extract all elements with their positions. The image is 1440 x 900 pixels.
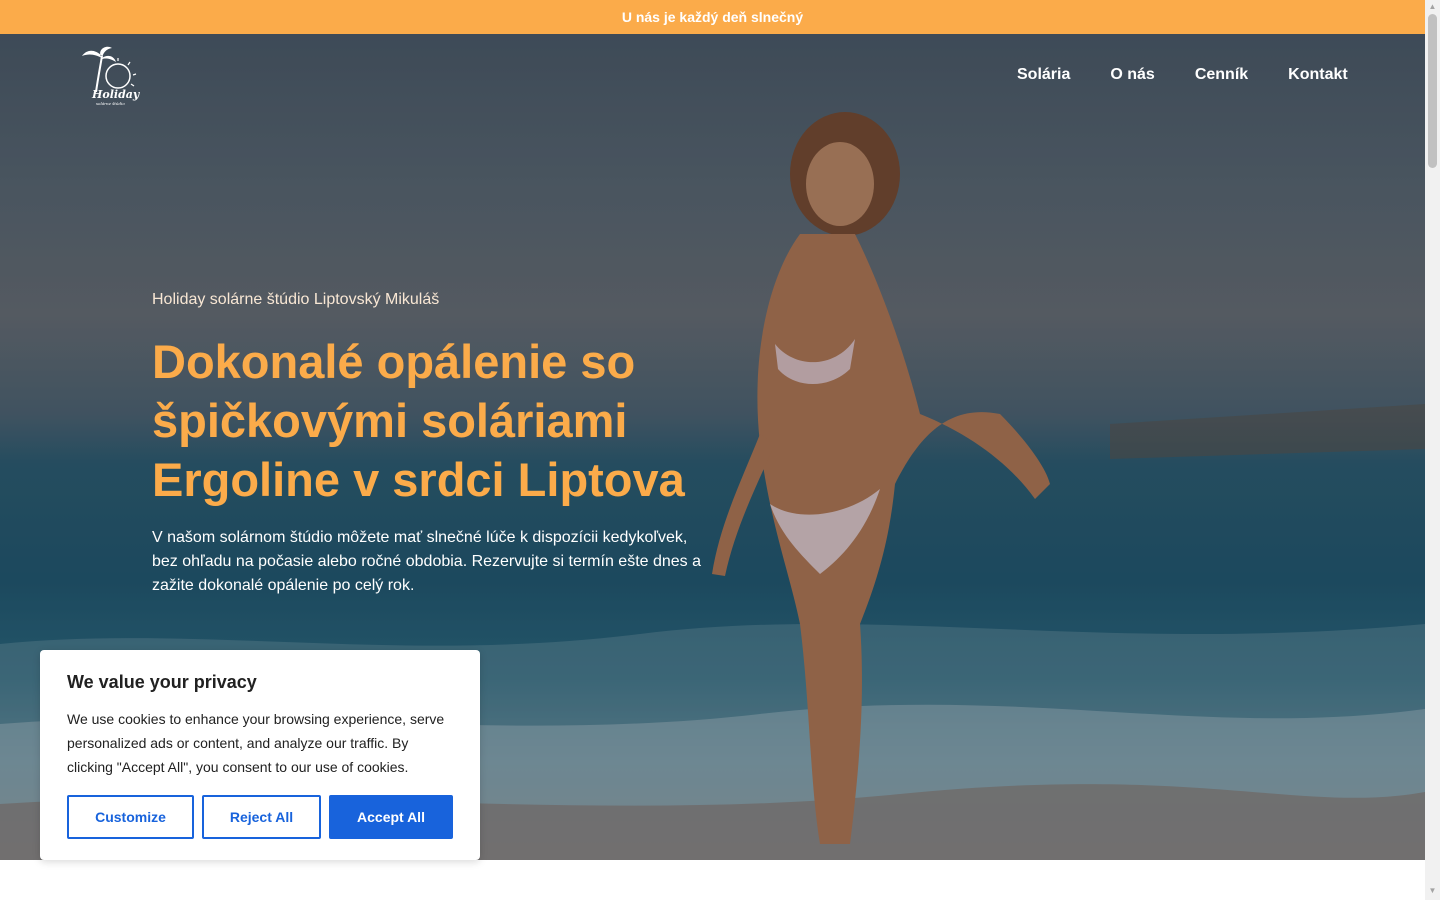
hero-description: V našom solárnom štúdio môžete mať slneč… — [152, 529, 702, 594]
reject-all-button[interactable]: Reject All — [202, 795, 321, 839]
announcement-bar: U nás je každý deň slnečný — [0, 0, 1425, 34]
page-scrollbar[interactable]: ▲ ▼ — [1425, 0, 1440, 900]
logo-text: Holiday — [91, 88, 141, 101]
cookie-title: We value your privacy — [67, 672, 257, 692]
hero-title: Dokonalé opálenie so špičkovými soláriam… — [152, 335, 685, 506]
scrollbar-thumb[interactable] — [1428, 14, 1437, 168]
logo-subtext: solárne štúdio — [96, 101, 125, 106]
scroll-down-arrow-icon[interactable]: ▼ — [1428, 886, 1437, 896]
announcement-text: U nás je každý deň slnečný — [621, 9, 804, 25]
cookie-buttons: Customize Reject All Accept All — [67, 795, 453, 839]
accept-all-button[interactable]: Accept All — [329, 795, 453, 839]
cookie-consent-banner: We value your privacy We use cookies to … — [40, 650, 480, 860]
hero-subtitle: Holiday solárne štúdio Liptovský Mikuláš — [152, 291, 440, 308]
customize-button[interactable]: Customize — [67, 795, 194, 839]
scroll-up-arrow-icon[interactable]: ▲ — [1428, 2, 1437, 12]
cookie-description: We use cookies to enhance your browsing … — [67, 711, 445, 775]
holiday-logo[interactable]: Holiday solárne štúdio — [78, 42, 144, 108]
nav-item-o-nas[interactable]: O nás — [1110, 66, 1154, 84]
nav-item-solaria[interactable]: Solária — [1017, 66, 1070, 84]
nav-item-kontakt[interactable]: Kontakt — [1288, 66, 1348, 84]
main-navigation: Solária O nás Cenník Kontakt — [1017, 66, 1348, 84]
nav-item-cennik[interactable]: Cenník — [1195, 66, 1248, 84]
